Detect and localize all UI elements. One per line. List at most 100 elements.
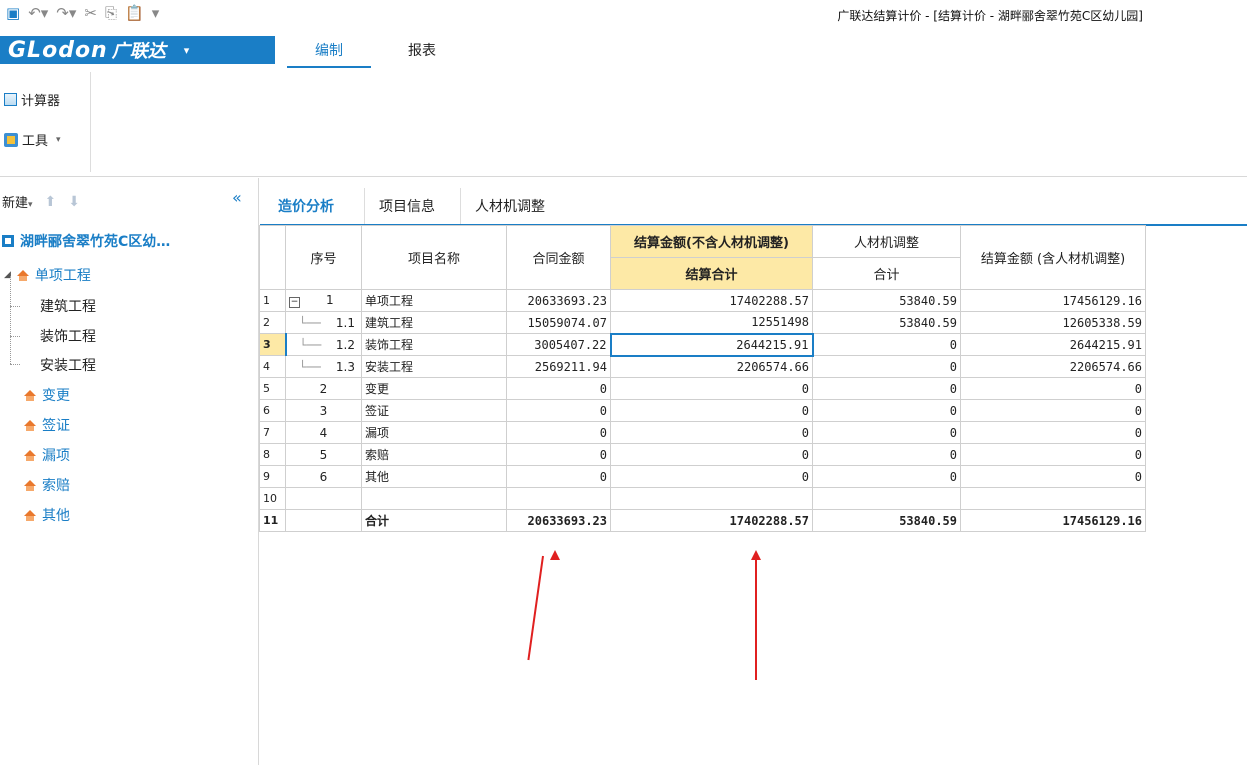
adjust-cell[interactable]: 0 bbox=[812, 355, 961, 378]
settle-total-cell[interactable]: 17402288.57 bbox=[610, 509, 813, 532]
tree-item-claim[interactable]: 索赔 bbox=[24, 474, 70, 496]
settle-cell[interactable]: 17402288.57 bbox=[610, 289, 813, 312]
row-number[interactable]: 2 bbox=[259, 311, 286, 334]
customize-dropdown-icon[interactable]: ▾ bbox=[152, 4, 160, 22]
cut-icon[interactable]: ✂ bbox=[84, 4, 97, 22]
incl-cell[interactable]: 0 bbox=[960, 377, 1146, 400]
seq-cell[interactable] bbox=[285, 487, 362, 510]
header-settle-incl[interactable]: 结算金额 (含人材机调整) bbox=[960, 225, 1146, 290]
save-icon[interactable]: ▣ bbox=[6, 4, 20, 22]
name-cell[interactable] bbox=[361, 487, 507, 510]
adjust-cell[interactable]: 53840.59 bbox=[812, 311, 961, 334]
name-cell[interactable]: 变更 bbox=[361, 377, 507, 400]
contract-cell[interactable]: 0 bbox=[506, 377, 611, 400]
tree-item-visa[interactable]: 签证 bbox=[24, 414, 70, 436]
name-cell[interactable]: 建筑工程 bbox=[361, 311, 507, 334]
row-number[interactable]: 6 bbox=[259, 399, 286, 422]
row-number[interactable]: 4 bbox=[259, 355, 286, 378]
collapse-minus-icon[interactable]: − bbox=[289, 297, 300, 308]
name-cell[interactable]: 合计 bbox=[361, 509, 507, 532]
settle-cell[interactable]: 0 bbox=[610, 399, 813, 422]
copy-icon[interactable]: ⎘ bbox=[105, 4, 117, 22]
name-cell[interactable]: 安装工程 bbox=[361, 355, 507, 378]
move-up-icon[interactable]: ⬆ bbox=[45, 194, 57, 210]
move-down-icon[interactable]: ⬇ bbox=[68, 194, 80, 210]
contract-cell[interactable]: 3005407.22 bbox=[506, 333, 611, 356]
seq-cell[interactable]: 6 bbox=[285, 465, 362, 488]
seq-cell[interactable]: 2 bbox=[285, 377, 362, 400]
seq-cell[interactable]: 3 bbox=[285, 399, 362, 422]
settle-cell[interactable]: 0 bbox=[610, 377, 813, 400]
seq-cell[interactable]: −1 bbox=[285, 289, 362, 312]
name-cell[interactable]: 索赔 bbox=[361, 443, 507, 466]
tree-item-omission[interactable]: 漏项 bbox=[24, 444, 70, 466]
row-number-selected[interactable]: 3 bbox=[259, 333, 287, 356]
incl-cell[interactable]: 12605338.59 bbox=[960, 311, 1146, 334]
settle-cell[interactable] bbox=[610, 487, 813, 510]
adjust-cell[interactable] bbox=[812, 487, 961, 510]
tree-item-decoration[interactable]: 装饰工程 bbox=[40, 325, 96, 347]
table-row[interactable]: 1 −1 单项工程 20633693.23 17402288.57 53840.… bbox=[259, 289, 1146, 312]
header-settle-total[interactable]: 结算合计 bbox=[610, 257, 813, 290]
incl-cell[interactable]: 0 bbox=[960, 465, 1146, 488]
tree-item-installation[interactable]: 安装工程 bbox=[40, 354, 96, 376]
settle-cell[interactable]: 12551498 bbox=[610, 311, 813, 334]
undo-icon[interactable]: ↶▾ bbox=[28, 4, 48, 22]
table-row[interactable]: 7 4 漏项 0 0 0 0 bbox=[259, 421, 1146, 444]
table-row[interactable]: 8 5 索赔 0 0 0 0 bbox=[259, 443, 1146, 466]
tools-button[interactable]: 工具 ▾ bbox=[4, 130, 61, 149]
row-number[interactable]: 7 bbox=[259, 421, 286, 444]
settle-cell[interactable]: 0 bbox=[610, 421, 813, 444]
ribbon-tab-edit[interactable]: 编制 bbox=[287, 40, 371, 68]
table-row[interactable]: 10 bbox=[259, 487, 1146, 510]
seq-cell[interactable]: 4 bbox=[285, 421, 362, 444]
adjust-cell[interactable]: 0 bbox=[812, 377, 961, 400]
header-name[interactable]: 项目名称 bbox=[361, 225, 507, 290]
tab-project-info[interactable]: 项目信息 bbox=[364, 188, 449, 224]
adjust-cell[interactable]: 53840.59 bbox=[812, 289, 961, 312]
seq-cell[interactable]: └── 1.3 bbox=[285, 355, 362, 378]
redo-icon[interactable]: ↷▾ bbox=[56, 4, 76, 22]
tab-material-adjust[interactable]: 人材机调整 bbox=[460, 188, 559, 224]
row-number[interactable]: 1 bbox=[259, 289, 286, 312]
table-row[interactable]: 4 └── 1.3 安装工程 2569211.94 2206574.66 0 22… bbox=[259, 355, 1146, 378]
settle-cell-active[interactable]: 2644215.91 bbox=[609, 332, 814, 357]
name-cell[interactable]: 签证 bbox=[361, 399, 507, 422]
settle-cell[interactable]: 0 bbox=[610, 443, 813, 466]
contract-cell[interactable]: 0 bbox=[506, 443, 611, 466]
name-cell[interactable]: 漏项 bbox=[361, 421, 507, 444]
header-settle-excl[interactable]: 结算金额(不含人材机调整) bbox=[610, 225, 813, 258]
contract-cell[interactable]: 0 bbox=[506, 399, 611, 422]
contract-cell[interactable]: 0 bbox=[506, 465, 611, 488]
table-row[interactable]: 3 └── 1.2 装饰工程 3005407.22 2644215.91 0 26… bbox=[259, 332, 1146, 357]
settle-cell[interactable]: 0 bbox=[610, 465, 813, 488]
row-number[interactable]: 10 bbox=[259, 487, 286, 510]
incl-total-cell[interactable]: 17456129.16 bbox=[960, 509, 1146, 532]
name-cell[interactable]: 装饰工程 bbox=[361, 333, 507, 356]
incl-cell[interactable]: 2206574.66 bbox=[960, 355, 1146, 378]
settle-cell[interactable]: 2206574.66 bbox=[610, 355, 813, 378]
name-cell[interactable]: 单项工程 bbox=[361, 289, 507, 312]
row-number[interactable]: 9 bbox=[259, 465, 286, 488]
row-number[interactable]: 5 bbox=[259, 377, 286, 400]
seq-cell[interactable] bbox=[285, 509, 362, 532]
collapse-panel-icon[interactable]: « bbox=[232, 188, 242, 207]
table-total-row[interactable]: 11 合计 20633693.23 17402288.57 53840.59 1… bbox=[259, 509, 1146, 532]
adjust-cell[interactable]: 0 bbox=[812, 399, 961, 422]
ribbon-tab-report[interactable]: 报表 bbox=[408, 40, 436, 60]
incl-cell[interactable] bbox=[960, 487, 1146, 510]
row-number[interactable]: 11 bbox=[259, 509, 286, 532]
row-number[interactable]: 8 bbox=[259, 443, 286, 466]
contract-total-cell[interactable]: 20633693.23 bbox=[506, 509, 611, 532]
incl-cell[interactable]: 0 bbox=[960, 399, 1146, 422]
table-row[interactable]: 6 3 签证 0 0 0 0 bbox=[259, 399, 1146, 422]
incl-cell[interactable]: 0 bbox=[960, 443, 1146, 466]
calculator-button[interactable]: 计算器 bbox=[4, 90, 60, 109]
adjust-cell[interactable]: 0 bbox=[812, 443, 961, 466]
tree-item-change[interactable]: 变更 bbox=[24, 384, 70, 406]
seq-cell[interactable]: └── 1.1 bbox=[285, 311, 362, 334]
tree-item-building[interactable]: 建筑工程 bbox=[40, 295, 96, 317]
incl-cell[interactable]: 17456129.16 bbox=[960, 289, 1146, 312]
seq-cell[interactable]: └── 1.2 bbox=[285, 333, 362, 356]
table-row[interactable]: 9 6 其他 0 0 0 0 bbox=[259, 465, 1146, 488]
